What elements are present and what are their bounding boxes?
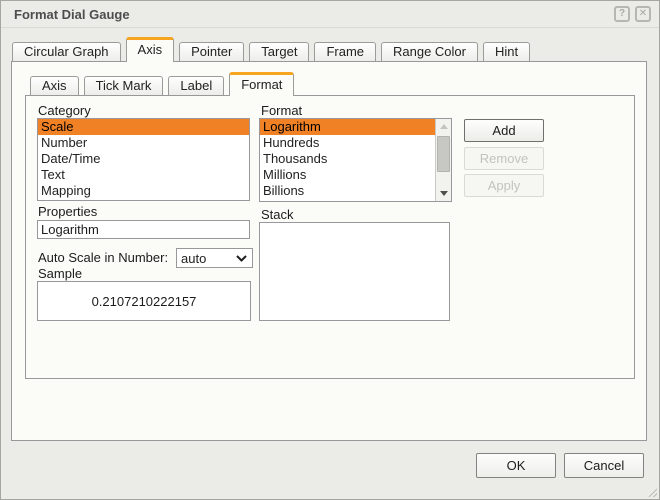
- sub-tab-strip: Axis Tick Mark Label Format: [30, 72, 295, 96]
- scroll-up-icon[interactable]: [436, 119, 451, 134]
- list-item-hundreds[interactable]: Hundreds: [260, 135, 435, 151]
- sample-label: Sample: [38, 266, 83, 281]
- list-item-billions[interactable]: Billions: [260, 183, 435, 199]
- auto-scale-label: Auto Scale in Number:: [38, 250, 169, 265]
- subtab-format[interactable]: Format: [229, 72, 295, 96]
- tab-frame[interactable]: Frame: [314, 42, 376, 61]
- subtab-label[interactable]: Label: [168, 76, 225, 95]
- list-item-date-time[interactable]: Date/Time: [38, 151, 249, 167]
- tab-circular-graph[interactable]: Circular Graph: [12, 42, 121, 61]
- subtab-tick-mark[interactable]: Tick Mark: [83, 76, 164, 95]
- scrollbar-thumb[interactable]: [437, 136, 450, 172]
- auto-scale-value: auto: [181, 250, 207, 266]
- format-dial-gauge-dialog: Format Dial Gauge ? ✕ Circular Graph Axi…: [0, 0, 660, 500]
- subtab-axis[interactable]: Axis: [30, 76, 79, 95]
- list-item-mapping[interactable]: Mapping: [38, 183, 249, 199]
- properties-label: Properties: [38, 204, 98, 219]
- ok-button[interactable]: OK: [476, 453, 556, 478]
- scroll-down-icon[interactable]: [436, 186, 451, 201]
- tab-range-color[interactable]: Range Color: [381, 42, 478, 61]
- tab-hint[interactable]: Hint: [483, 42, 531, 61]
- resize-grip[interactable]: [648, 488, 657, 497]
- remove-button: Remove: [464, 147, 544, 170]
- tab-axis[interactable]: Axis: [125, 37, 175, 62]
- help-icon[interactable]: ?: [614, 6, 630, 22]
- auto-scale-dropdown[interactable]: auto: [176, 248, 253, 268]
- add-button[interactable]: Add: [464, 119, 544, 142]
- list-item-millions[interactable]: Millions: [260, 167, 435, 183]
- title-bar: Format Dial Gauge ? ✕: [1, 1, 659, 28]
- category-label: Category: [38, 103, 91, 118]
- list-item-thousands[interactable]: Thousands: [260, 151, 435, 167]
- apply-button: Apply: [464, 174, 544, 197]
- dialog-title: Format Dial Gauge: [14, 6, 130, 22]
- format-label: Format: [261, 103, 303, 118]
- stack-label: Stack: [261, 207, 294, 222]
- main-tab-strip: Circular Graph Axis Pointer Target Frame…: [12, 37, 531, 62]
- tab-pointer[interactable]: Pointer: [179, 42, 245, 61]
- stack-list[interactable]: [259, 222, 450, 321]
- list-item-logarithm[interactable]: Logarithm: [260, 119, 435, 135]
- tab-target[interactable]: Target: [249, 42, 310, 61]
- chevron-down-icon: [236, 254, 247, 262]
- close-icon[interactable]: ✕: [635, 6, 651, 22]
- cancel-button[interactable]: Cancel: [564, 453, 644, 478]
- list-item-text[interactable]: Text: [38, 167, 249, 183]
- format-list-scrollbar[interactable]: [435, 119, 451, 201]
- format-list: Logarithm Hundreds Thousands Millions Bi…: [259, 118, 452, 202]
- category-list: Scale Number Date/Time Text Mapping: [37, 118, 250, 201]
- list-item-number[interactable]: Number: [38, 135, 249, 151]
- list-item-scale[interactable]: Scale: [38, 119, 249, 135]
- properties-input[interactable]: [37, 220, 250, 239]
- sample-value-box: 0.2107210222157: [37, 281, 251, 321]
